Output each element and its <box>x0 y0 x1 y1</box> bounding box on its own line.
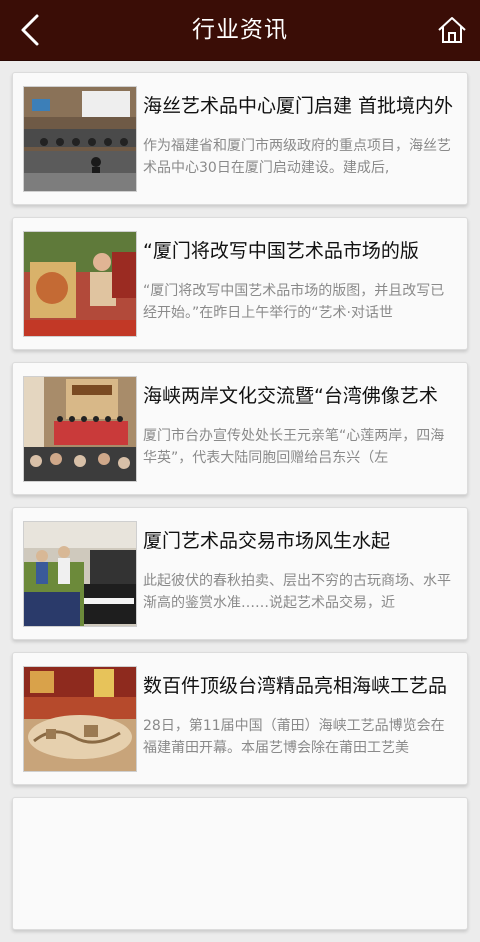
news-item[interactable]: 海丝艺术品中心厦门启建 首批境内外 作为福建省和厦门市两级政府的重点项目，海丝艺… <box>12 72 468 205</box>
back-button[interactable] <box>10 10 50 50</box>
news-title: 海丝艺术品中心厦门启建 首批境内外 <box>143 95 454 117</box>
news-summary: “厦门将改写中国艺术品市场的版图，并且改写已经开始。”在昨日上午举行的“艺术·对… <box>143 283 445 321</box>
page-title: 行业资讯 <box>192 17 288 43</box>
news-list: 海丝艺术品中心厦门启建 首批境内外 作为福建省和厦门市两级政府的重点项目，海丝艺… <box>12 72 468 942</box>
news-title: 厦门艺术品交易市场风生水起 <box>143 530 391 552</box>
news-summary: 此起彼伏的春秋拍卖、层出不穷的古玩商场、水平渐高的鉴赏水准……说起艺术品交易，近 <box>143 573 451 611</box>
chevron-left-icon <box>21 14 39 46</box>
news-item[interactable]: 厦门艺术品交易市场风生水起 此起彼伏的春秋拍卖、层出不穷的古玩商场、水平渐高的鉴… <box>12 507 468 640</box>
news-thumbnail <box>23 231 137 337</box>
home-icon <box>438 17 466 43</box>
top-bar: 行业资讯 <box>0 0 480 61</box>
news-summary: 厦门市台办宣传处处长王元亲笔“心莲两岸，四海华英”，代表大陆同胞回赠给吕东兴（左 <box>143 428 445 466</box>
news-title: “厦门将改写中国艺术品市场的版 <box>143 240 419 262</box>
news-thumbnail <box>23 86 137 192</box>
news-thumbnail <box>23 666 137 772</box>
news-summary: 作为福建省和厦门市两级政府的重点项目，海丝艺术品中心30日在厦门启动建设。建成后… <box>143 138 451 176</box>
news-title: 数百件顶级台湾精品亮相海峡工艺品 <box>143 675 448 697</box>
news-item[interactable]: “厦门将改写中国艺术品市场的版 “厦门将改写中国艺术品市场的版图，并且改写已经开… <box>12 217 468 350</box>
news-item[interactable]: 数百件顶级台湾精品亮相海峡工艺品 28日，第11届中国（莆田）海峡工艺品博览会在… <box>12 652 468 785</box>
news-item[interactable]: 海峡两岸文化交流暨“台湾佛像艺术 厦门市台办宣传处处长王元亲笔“心莲两岸，四海华… <box>12 362 468 495</box>
home-button[interactable] <box>432 10 472 50</box>
news-title: 海峡两岸文化交流暨“台湾佛像艺术 <box>143 385 438 407</box>
news-item[interactable] <box>12 797 468 930</box>
news-thumbnail <box>23 376 137 482</box>
news-thumbnail <box>23 521 137 627</box>
news-summary: 28日，第11届中国（莆田）海峡工艺品博览会在福建莆田开幕。本届艺博会除在莆田工… <box>143 718 445 756</box>
